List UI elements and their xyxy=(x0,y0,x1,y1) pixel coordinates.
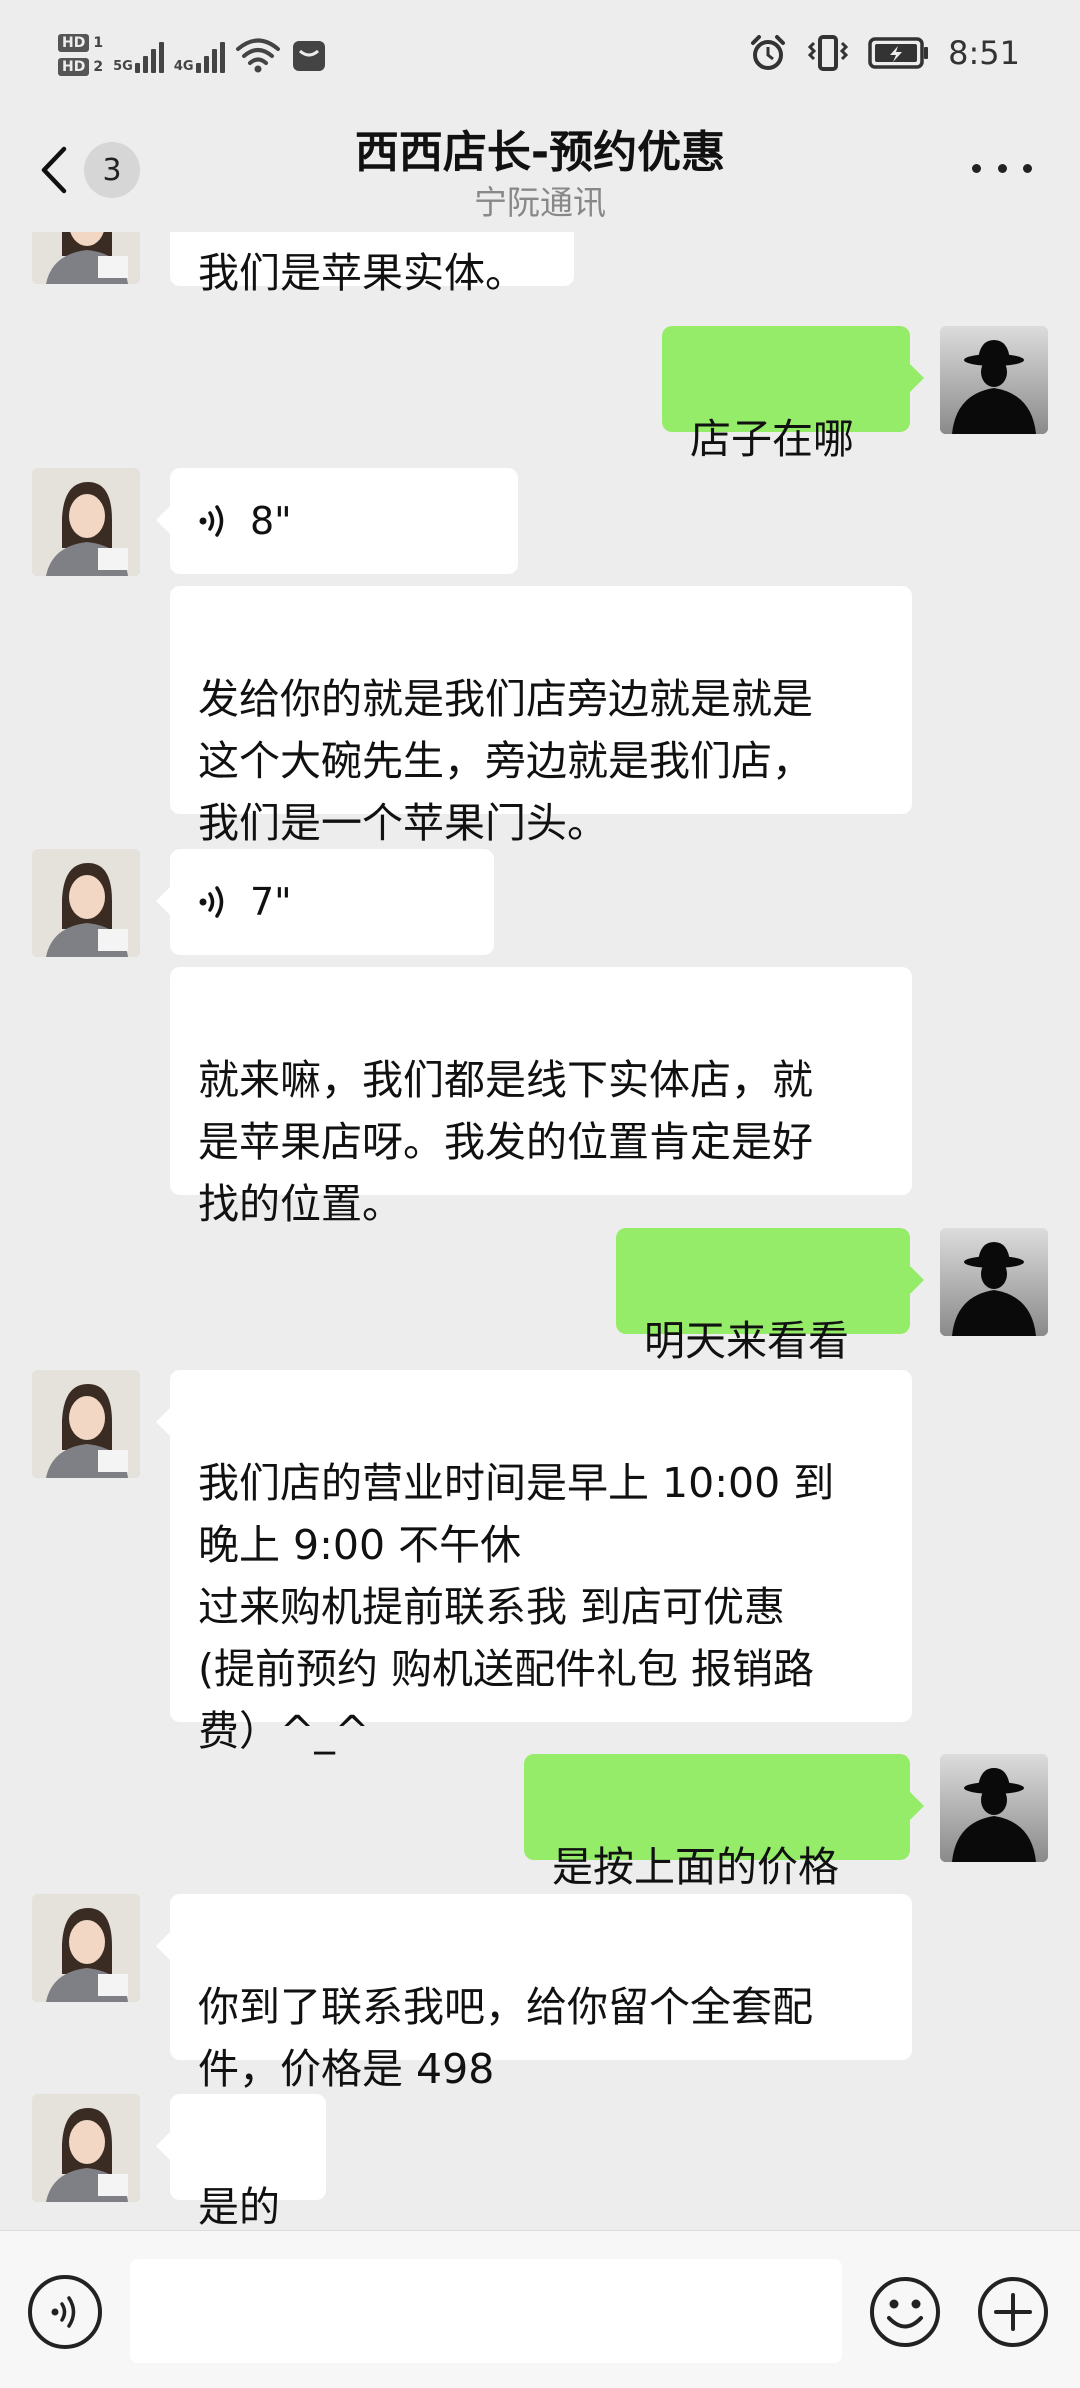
silhouette-avatar-icon xyxy=(940,1754,1048,1862)
message-text: 发给你的就是我们店旁边就是就是 这个大碗先生，旁边就是我们店， 我们是一个苹果门… xyxy=(198,675,813,847)
vibrate-icon xyxy=(808,35,849,71)
contact-avatar[interactable] xyxy=(32,232,140,284)
message-bubble-received[interactable]: 我们店的营业时间是早上 10:00 到 晚上 9:00 不午休 过来购机提前联系… xyxy=(156,1370,912,1755)
net-5g-label: 5G xyxy=(113,59,133,74)
status-left: HD 1 HD 2 5G 4G xyxy=(58,20,327,90)
message-text: 是按上面的价格 xyxy=(552,1843,839,1891)
hd-badge-1: HD xyxy=(58,34,90,52)
message-input[interactable] xyxy=(130,2259,842,2363)
chat-title: 西西店长-预约优惠 xyxy=(354,127,726,178)
voice-duration: 8" xyxy=(250,499,292,543)
more-options-button[interactable] xyxy=(972,148,1032,188)
voice-input-button[interactable] xyxy=(28,2275,102,2349)
status-bar: HD 1 HD 2 5G 4G 8:51 xyxy=(0,0,1080,108)
voice-wave-icon xyxy=(199,886,224,918)
message-bubble-sent[interactable]: 明天来看看 xyxy=(616,1228,924,1365)
my-avatar[interactable] xyxy=(940,1754,1048,1862)
my-avatar[interactable] xyxy=(940,326,1048,434)
message-text: 就来嘛，我们都是线下实体店，就 是苹果店呀。我发的位置肯定是好 找的位置。 xyxy=(198,1056,813,1228)
signal-5g-icon: 5G xyxy=(113,37,164,73)
contact-avatar-icon xyxy=(32,1370,140,1478)
contact-avatar[interactable] xyxy=(32,1894,140,2002)
contact-avatar[interactable] xyxy=(32,2094,140,2202)
voice-message-bubble[interactable]: 7" xyxy=(156,849,494,955)
message-text: 我们是苹果实体。 xyxy=(198,249,526,297)
message-bubble-received[interactable]: 是的 xyxy=(156,2094,326,2230)
message-text: 我们店的营业时间是早上 10:00 到 晚上 9:00 不午休 过来购机提前联系… xyxy=(198,1459,835,1755)
message-text: 店子在哪 xyxy=(690,415,854,463)
net-4g-label: 4G xyxy=(173,59,194,74)
message-list[interactable]: 我们是苹果实体。 店子在哪 8" 发给你的就是我们店旁边就是就是 这个大碗先生，… xyxy=(0,232,1080,2230)
contact-avatar[interactable] xyxy=(32,1370,140,1478)
chat-subtitle: 宁阮通讯 xyxy=(474,183,606,222)
message-bubble-received[interactable]: 你到了联系我吧，给你留个全套配 件，价格是 498 xyxy=(156,1894,912,2093)
voice-message-bubble[interactable]: 8" xyxy=(156,468,518,574)
more-dot-icon xyxy=(997,163,1007,173)
contact-avatar-icon xyxy=(32,468,140,576)
contact-avatar-icon xyxy=(32,2094,140,2202)
silhouette-avatar-icon xyxy=(940,1228,1048,1336)
contact-avatar[interactable] xyxy=(32,849,140,957)
status-right: 8:51 xyxy=(748,28,1020,78)
chat-header: 3 西西店长-预约优惠 宁阮通讯 xyxy=(0,108,1080,232)
composer-bar xyxy=(0,2230,1080,2388)
more-dot-icon xyxy=(1023,163,1032,173)
contact-avatar[interactable] xyxy=(32,468,140,576)
message-bubble-sent[interactable]: 是按上面的价格 xyxy=(524,1754,924,1891)
more-functions-button[interactable] xyxy=(976,2275,1050,2349)
wifi-icon xyxy=(235,38,280,73)
voice-wave-icon xyxy=(51,2296,76,2328)
my-avatar[interactable] xyxy=(940,1228,1048,1336)
hd-num-2: 2 xyxy=(93,59,104,75)
message-notification-icon xyxy=(292,41,325,71)
smiley-icon xyxy=(870,2277,940,2347)
hd-badge-2: HD xyxy=(58,58,90,76)
message-bubble-received[interactable]: 就来嘛，我们都是线下实体店，就 是苹果店呀。我发的位置肯定是好 找的位置。 xyxy=(170,967,912,1228)
message-text: 是的 xyxy=(198,2183,280,2230)
message-bubble-received[interactable]: 发给你的就是我们店旁边就是就是 这个大碗先生，旁边就是我们店， 我们是一个苹果门… xyxy=(170,586,912,847)
alarm-icon xyxy=(751,35,786,70)
voice-wave-icon xyxy=(199,505,224,537)
battery-charging-icon xyxy=(868,37,929,69)
clock-time: 8:51 xyxy=(948,34,1020,72)
silhouette-avatar-icon xyxy=(940,326,1048,434)
plus-circle-icon xyxy=(978,2277,1048,2347)
emoji-button[interactable] xyxy=(868,2275,942,2349)
message-bubble-sent[interactable]: 店子在哪 xyxy=(662,326,924,463)
contact-avatar-icon xyxy=(32,849,140,957)
hd-num-1: 1 xyxy=(93,35,104,51)
contact-avatar-icon xyxy=(32,1894,140,2002)
hd-indicators: HD 1 HD 2 xyxy=(58,34,103,76)
message-text: 你到了联系我吧，给你留个全套配 件，价格是 498 xyxy=(198,1983,813,2093)
message-text: 明天来看看 xyxy=(644,1317,849,1365)
signal-4g-icon: 4G xyxy=(174,37,225,73)
voice-duration: 7" xyxy=(250,880,292,924)
more-dot-icon xyxy=(972,163,981,173)
contact-avatar-icon xyxy=(32,232,140,284)
message-bubble-received[interactable]: 我们是苹果实体。 xyxy=(170,232,574,297)
